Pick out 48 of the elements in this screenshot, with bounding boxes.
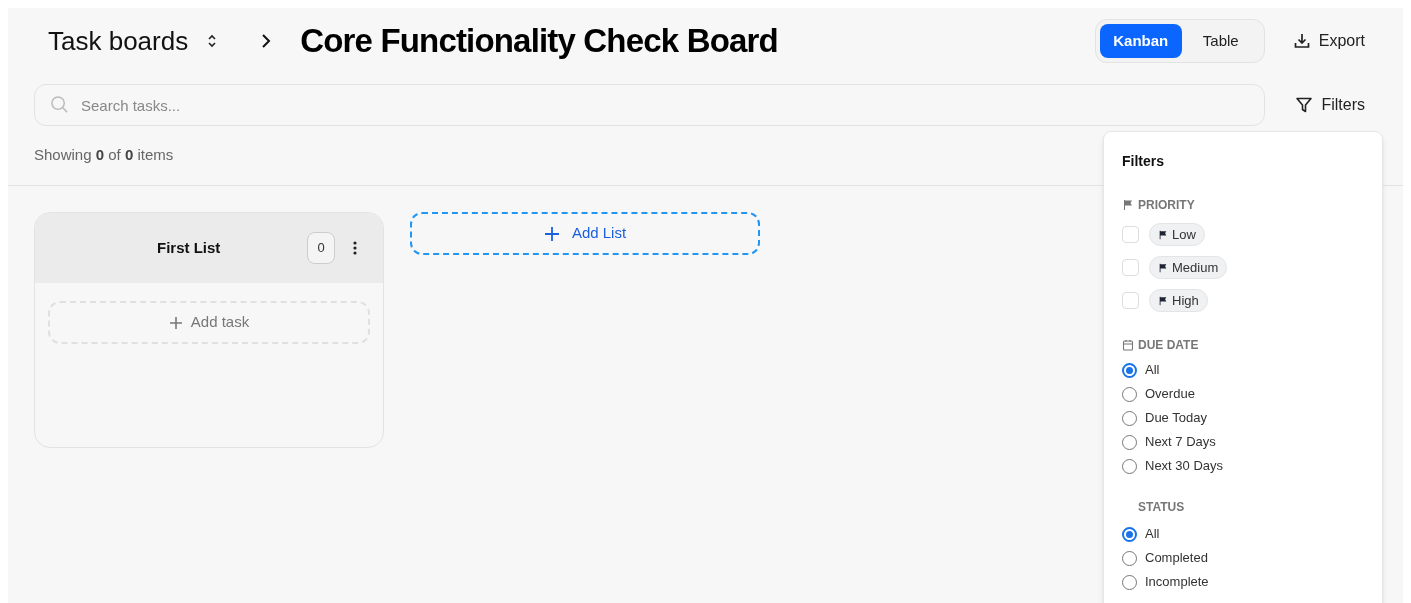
radio-button[interactable] (1122, 550, 1137, 566)
download-icon (1292, 32, 1311, 50)
plus-icon (543, 225, 560, 242)
section-heading: STATUS (1138, 500, 1185, 514)
radio-label: Next 30 Days (1145, 457, 1224, 476)
tag-label: Medium (1172, 258, 1219, 277)
search-field[interactable]: Search tasks... (34, 84, 1266, 126)
radio-button[interactable] (1122, 410, 1137, 426)
list-title: First List (157, 237, 222, 258)
popover-title: Filters (1122, 152, 1165, 171)
count-badge: 0 (307, 232, 335, 264)
flag-icon (1158, 295, 1168, 306)
radio-label: Due Today (1145, 409, 1207, 428)
flag-icon (1158, 262, 1168, 273)
section-heading: PRIORITY (1138, 197, 1195, 214)
board-switcher[interactable]: Task boards (48, 21, 189, 61)
checkbox[interactable] (1122, 292, 1139, 309)
filter-icon (1295, 96, 1314, 114)
calendar-icon (1122, 339, 1134, 351)
search-icon (50, 95, 69, 114)
plus-icon (168, 315, 183, 330)
tag-label: High (1172, 291, 1199, 310)
radio-button[interactable] (1122, 362, 1137, 378)
radio-label: Incomplete (1145, 573, 1209, 592)
checkbox[interactable] (1122, 226, 1139, 243)
radio-button[interactable] (1122, 574, 1137, 590)
radio-button[interactable] (1122, 458, 1137, 474)
radio-button[interactable] (1122, 434, 1137, 450)
add-list-button[interactable]: Add List (410, 212, 760, 255)
add-task-button[interactable]: Add task (48, 301, 370, 344)
radio-label: All (1145, 361, 1160, 380)
items-count: Showing 0 of 0 items (34, 145, 174, 166)
board-title: Core Functionality Check Board (300, 21, 778, 62)
section-heading: DUE DATE (1138, 337, 1199, 354)
radio-label: Next 7 Days (1145, 433, 1216, 452)
tag-label: Low (1172, 225, 1196, 244)
flag-icon (1122, 199, 1134, 211)
radio-button[interactable] (1122, 386, 1137, 402)
view-tab[interactable]: Kanban (1099, 24, 1182, 58)
radio-label: Completed (1145, 549, 1208, 568)
radio-button[interactable] (1122, 526, 1137, 542)
export-button[interactable]: Export (1292, 29, 1365, 53)
radio-label: Overdue (1145, 385, 1195, 404)
view-tab[interactable]: Table (1181, 24, 1260, 58)
radio-label: All (1145, 525, 1160, 544)
checkbox[interactable] (1122, 259, 1139, 276)
filters-button[interactable]: Filters (1295, 93, 1365, 117)
flag-icon (1158, 229, 1168, 240)
